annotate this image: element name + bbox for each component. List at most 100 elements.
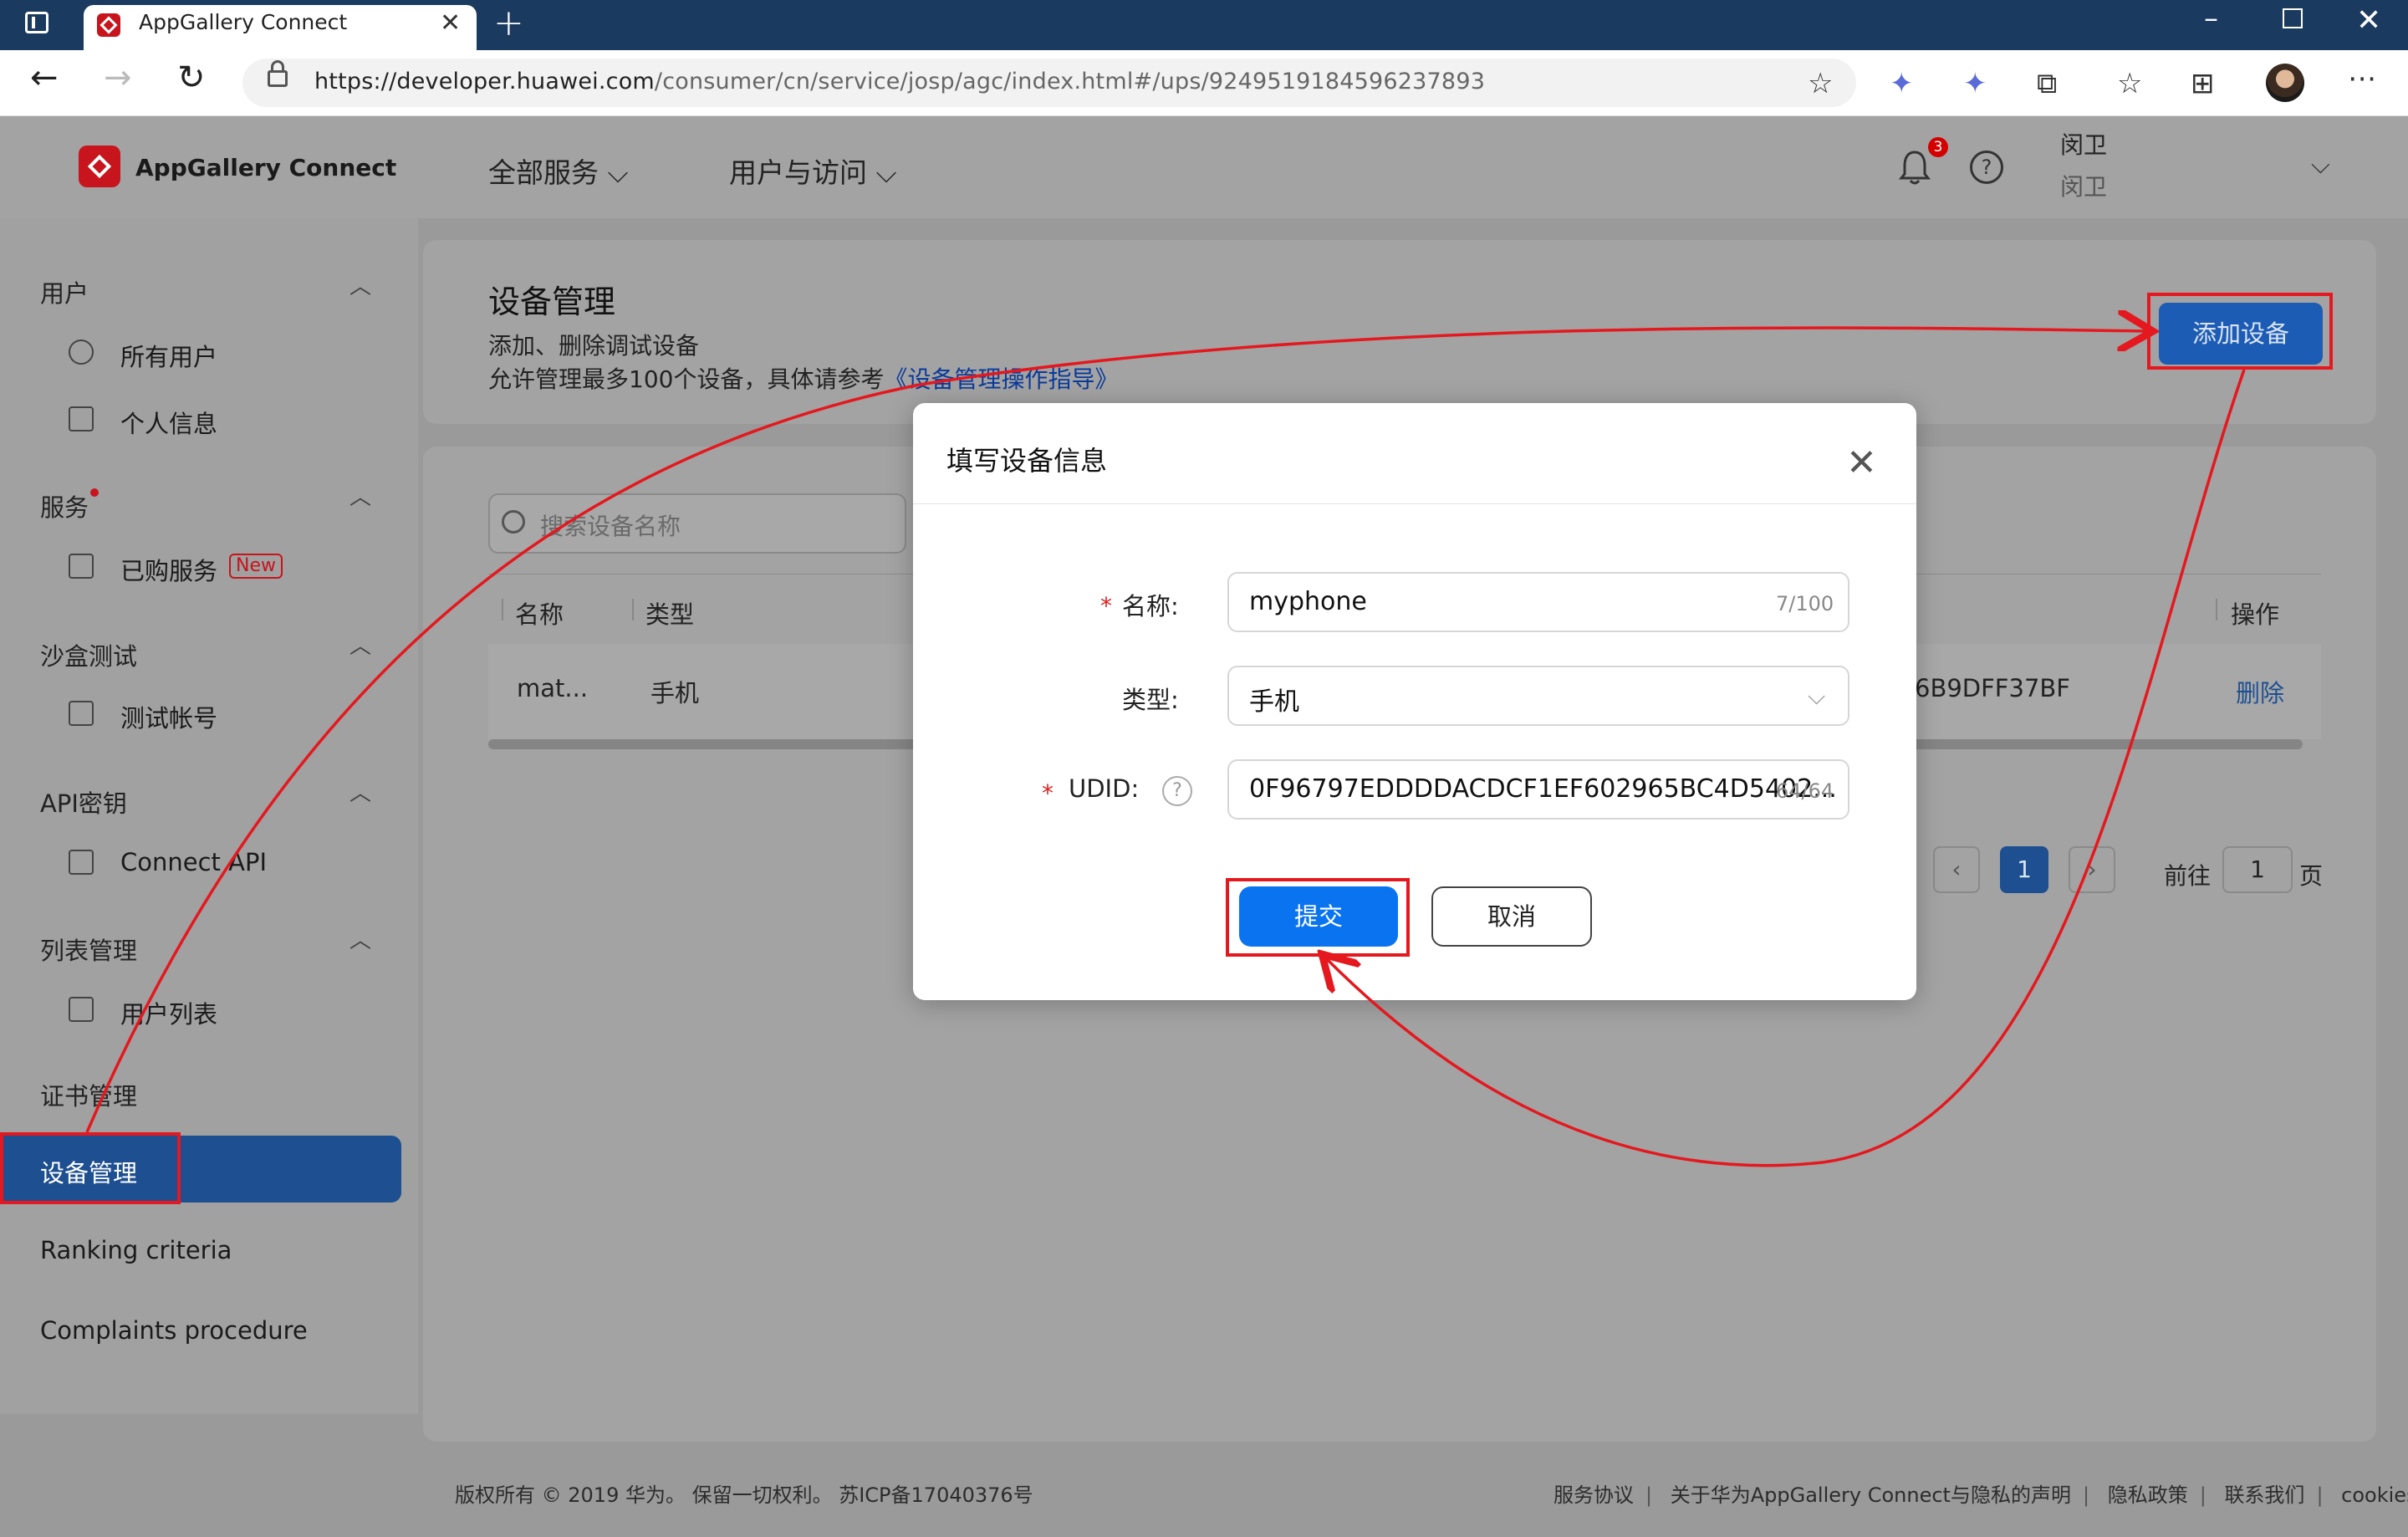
tab-actions-icon[interactable] bbox=[25, 12, 48, 33]
minimize-icon[interactable]: – bbox=[2204, 2, 2218, 35]
column-separator bbox=[2216, 599, 2217, 620]
chevron-up-icon[interactable]: ︿ bbox=[349, 923, 371, 954]
cell-device-udid: 6B9DFF37BF bbox=[1915, 674, 2070, 702]
chevron-up-icon[interactable]: ︿ bbox=[349, 776, 371, 807]
pagination-page-unit: 页 bbox=[2299, 862, 2324, 890]
sidebar-item-all-users[interactable]: 所有用户 bbox=[120, 338, 217, 373]
tab-close-icon[interactable]: ✕ bbox=[440, 8, 461, 38]
help-icon[interactable]: ? bbox=[1970, 151, 2003, 184]
appgallery-logo[interactable] bbox=[79, 146, 120, 187]
chevron-up-icon[interactable]: ︿ bbox=[349, 480, 371, 511]
close-icon[interactable]: ✕ bbox=[1846, 442, 1877, 484]
name-value: myphone bbox=[1249, 587, 1367, 616]
footer-link-terms[interactable]: 服务协议 bbox=[1553, 1483, 1634, 1507]
footer-link-contact[interactable]: 联系我们 bbox=[2224, 1483, 2304, 1507]
sidebar-item-ranking[interactable]: Ranking criteria bbox=[40, 1236, 232, 1264]
sidebar-section-api-keys[interactable]: API密钥 bbox=[40, 784, 127, 820]
name-counter: 7/100 bbox=[1776, 592, 1834, 615]
url-text: https://developer.huawei.com/consumer/cn… bbox=[314, 69, 1486, 94]
sidebar-section-services[interactable]: 服务 bbox=[40, 488, 89, 523]
guide-link[interactable]: 《设备管理操作指导》 bbox=[884, 365, 1118, 393]
back-icon[interactable]: ← bbox=[30, 59, 59, 97]
dialog-divider bbox=[913, 503, 1916, 504]
annotation-box-device-mgmt bbox=[0, 1132, 181, 1204]
page-header-card bbox=[423, 240, 2376, 424]
extension-bird2-icon[interactable]: ✦ bbox=[1963, 67, 1987, 100]
udid-label: UDID: bbox=[1069, 774, 1140, 803]
sidebar-item-user-list[interactable]: 用户列表 bbox=[120, 995, 217, 1030]
footer-link-cookies[interactable]: cookies bbox=[2341, 1483, 2408, 1507]
profile-avatar[interactable] bbox=[2266, 64, 2304, 102]
required-mark: * bbox=[1042, 779, 1054, 807]
user-name[interactable]: 闵卫 bbox=[2060, 127, 2107, 161]
forward-icon[interactable]: → bbox=[104, 59, 132, 97]
type-select[interactable] bbox=[1227, 666, 1849, 726]
user-list-icon bbox=[69, 997, 94, 1022]
required-mark: * bbox=[1100, 592, 1112, 620]
red-dot-indicator bbox=[90, 488, 99, 497]
chevron-down-icon[interactable]: ⌵ bbox=[2311, 151, 2330, 180]
sidebar-item-test-account[interactable]: 测试帐号 bbox=[120, 699, 217, 734]
sidebar-section-cert-mgmt[interactable]: 证书管理 bbox=[40, 1077, 137, 1112]
delete-link[interactable]: 删除 bbox=[2236, 674, 2284, 709]
extension-bird-icon[interactable]: ✦ bbox=[1890, 67, 1914, 100]
sidebar-item-complaints[interactable]: Complaints procedure bbox=[40, 1316, 308, 1345]
annotation-box-submit bbox=[1226, 878, 1410, 957]
lock-icon[interactable] bbox=[268, 60, 288, 87]
chevron-up-icon[interactable]: ︿ bbox=[349, 629, 371, 660]
menu-users-access[interactable]: 用户与访问 ⌵ bbox=[729, 151, 897, 191]
sidebar-section-users[interactable]: 用户 bbox=[40, 274, 89, 309]
sidebar-item-personal-info[interactable]: 个人信息 bbox=[120, 405, 217, 440]
favorite-add-icon[interactable]: ☆ bbox=[1808, 67, 1833, 100]
more-icon[interactable]: ⋯ bbox=[2348, 62, 2376, 95]
help-icon[interactable]: ? bbox=[1162, 776, 1192, 806]
dialog-title: 填写设备信息 bbox=[946, 445, 1108, 477]
pagination-current-page[interactable]: 1 bbox=[2000, 846, 2048, 893]
chevron-up-icon[interactable]: ︿ bbox=[349, 269, 371, 300]
bell-icon[interactable] bbox=[1898, 149, 1931, 194]
sidebar-section-sandbox[interactable]: 沙盒测试 bbox=[40, 637, 137, 672]
annotation-box-add-device bbox=[2147, 293, 2333, 370]
collections-icon[interactable]: ⊞ bbox=[2191, 67, 2215, 100]
sidebar-item-connect-api[interactable]: Connect API bbox=[120, 848, 267, 876]
sidebar-section-list-mgmt[interactable]: 列表管理 bbox=[40, 932, 137, 967]
new-tab-icon[interactable]: + bbox=[493, 2, 524, 44]
favicon-icon bbox=[95, 12, 122, 38]
cell-device-name: mat... bbox=[517, 674, 589, 702]
all-users-icon bbox=[69, 340, 94, 365]
udid-value: 0F96797EDDDDACDCF1EF602965BC4D5402... bbox=[1249, 774, 1837, 804]
pagination-prev[interactable]: ‹ bbox=[1933, 846, 1980, 893]
restore-icon[interactable] bbox=[2283, 8, 2303, 28]
menu-all-services[interactable]: 全部服务 ⌵ bbox=[488, 151, 629, 191]
cancel-button[interactable]: 取消 bbox=[1431, 886, 1592, 947]
sidebar-item-purchased[interactable]: 已购服务 bbox=[120, 552, 217, 587]
cube-icon bbox=[69, 701, 94, 726]
cell-device-type: 手机 bbox=[650, 679, 700, 707]
notification-badge: 3 bbox=[1928, 137, 1948, 157]
footer-link-privacy-statement[interactable]: 关于华为AppGallery Connect与隐私的声明 bbox=[1671, 1483, 2071, 1507]
user-org: 闵卫 bbox=[2060, 173, 2108, 201]
pagination-next[interactable]: › bbox=[2069, 846, 2115, 893]
new-badge: New bbox=[229, 554, 283, 579]
reload-icon[interactable]: ↻ bbox=[177, 59, 206, 97]
search-icon bbox=[502, 510, 525, 534]
type-label: 类型: bbox=[1122, 686, 1179, 714]
search-placeholder: 搜索设备名称 bbox=[540, 513, 681, 540]
page-description-limit: 允许管理最多100个设备，具体请参考《设备管理操作指导》 bbox=[488, 365, 1119, 393]
footer-link-privacy-policy[interactable]: 隐私政策 bbox=[2108, 1483, 2188, 1507]
shopping-bag-icon bbox=[69, 554, 94, 579]
page-title: 设备管理 bbox=[488, 283, 616, 320]
column-header-actions: 操作 bbox=[2231, 600, 2280, 629]
pagination-goto-input[interactable]: 1 bbox=[2222, 846, 2293, 893]
extensions-icon[interactable]: ⧉ bbox=[2037, 67, 2057, 100]
name-label: 名称: bbox=[1122, 592, 1179, 620]
footer-links: 服务协议 | 关于华为AppGallery Connect与隐私的声明 | 隐私政策… bbox=[1553, 1478, 2408, 1508]
chevron-down-icon[interactable]: ⌵ bbox=[1808, 682, 1825, 711]
column-header-type: 类型 bbox=[645, 600, 695, 629]
column-separator bbox=[632, 599, 634, 620]
window-close-icon[interactable]: ✕ bbox=[2356, 3, 2381, 38]
tab-title: AppGallery Connect bbox=[139, 10, 348, 34]
brand-name[interactable]: AppGallery Connect bbox=[135, 154, 396, 181]
column-header-name: 名称 bbox=[515, 600, 564, 629]
favorites-icon[interactable]: ☆ bbox=[2117, 67, 2142, 100]
